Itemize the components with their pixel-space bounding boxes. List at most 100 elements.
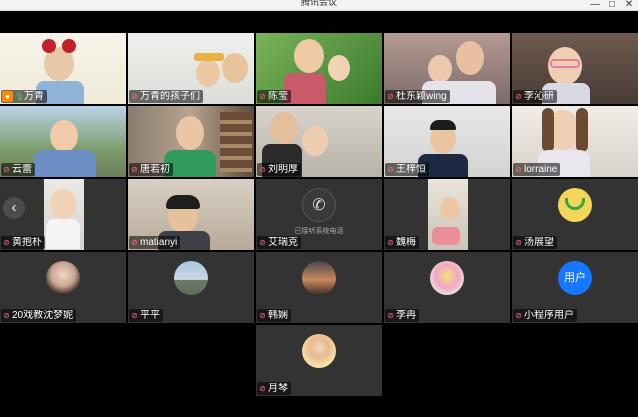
mic-muted-icon: ⊘ xyxy=(387,237,394,247)
participant-label: ⊘ 魏梅 xyxy=(385,236,419,249)
screen-icon: ▮▮ xyxy=(241,92,251,102)
participant-tile[interactable]: ⊘ 月琴 xyxy=(256,325,382,396)
avatar xyxy=(46,260,80,295)
participant-tile[interactable]: ⊘ lorraine xyxy=(512,106,638,177)
participant-tile[interactable]: ⊘ 杜东颖wing xyxy=(384,33,510,104)
participant-name: 王梓恒 xyxy=(396,163,426,175)
participant-name: 月琴 xyxy=(268,382,288,394)
maximize-icon[interactable]: □ xyxy=(605,0,619,10)
participant-tile[interactable]: ⊘ 陈莹 xyxy=(256,33,382,104)
mic-muted-icon: ⊘ xyxy=(515,91,522,101)
participant-name: 刘明厚 xyxy=(268,163,298,175)
avatar xyxy=(558,187,592,222)
participant-name: 云蕾 xyxy=(12,163,32,175)
participant-label: ⊘ 平平 xyxy=(129,309,163,322)
participant-grid: ● 🎙 万青 ⊘ 万青的孩子们 ▮▮ ⊘ 陈莹 ⊘ 杜东颖wing ⊘ 李沁研 … xyxy=(0,33,638,396)
participant-label: ⊘ 云蕾 xyxy=(1,163,35,176)
participant-label: ⊘ 陈莹 xyxy=(257,90,291,103)
avatar xyxy=(174,260,208,295)
participant-label: ⊘ 杜东颖wing xyxy=(385,90,450,103)
participant-label: ⊘ 万青的孩子们 xyxy=(129,90,203,103)
mic-icon: 🎙 xyxy=(14,91,25,101)
mic-muted-icon: ⊘ xyxy=(259,310,266,320)
mic-muted-icon: ⊘ xyxy=(131,91,138,101)
mic-muted-icon: ⊘ xyxy=(387,91,394,101)
participant-tile[interactable]: ⊘ 汤展望 xyxy=(512,179,638,250)
participant-label: ⊘ 王梓恒 xyxy=(385,163,429,176)
mic-muted-icon: ⊘ xyxy=(131,310,138,320)
participant-label: ⊘ 韩娴 xyxy=(257,309,291,322)
participant-name: 李沁研 xyxy=(524,90,554,102)
participant-tile[interactable]: ⊘ 魏梅 xyxy=(384,179,510,250)
participant-name: 20戏教沈梦妮 xyxy=(12,309,74,321)
mic-muted-icon: ⊘ xyxy=(3,237,10,247)
participant-tile[interactable]: ⊘ 王梓恒 xyxy=(384,106,510,177)
mic-muted-icon: ⊘ xyxy=(3,164,10,174)
participant-label: ● 🎙 万青 xyxy=(1,90,47,103)
close-icon[interactable]: ✕ xyxy=(622,0,636,10)
participant-name: 万青的孩子们 xyxy=(140,90,200,102)
participant-tile[interactable]: ✆ 已接听系统电话 ⊘ 艾瑞克 xyxy=(256,179,382,250)
mic-muted-icon: ⊘ xyxy=(387,310,394,320)
user-avatar: 用户 xyxy=(558,260,592,295)
mic-muted-icon: ⊘ xyxy=(387,164,394,174)
participant-label: ⊘ 刘明厚 xyxy=(257,163,301,176)
participant-label: ⊘ 唐若初 xyxy=(129,163,173,176)
participant-name: 韩娴 xyxy=(268,309,288,321)
mic-muted-icon: ⊘ xyxy=(515,237,522,247)
mic-muted-icon: ⊘ xyxy=(131,237,138,247)
participant-name: 万青 xyxy=(24,90,44,102)
participant-tile[interactable]: ⊘ 唐若初 xyxy=(128,106,254,177)
participant-label: ⊘ 小程序用户 xyxy=(513,309,577,322)
mic-muted-icon: ⊘ xyxy=(131,164,138,174)
participant-tile[interactable]: ⊘ 李冉 xyxy=(384,252,510,323)
participant-label: ⊘ 汤展望 xyxy=(513,236,557,249)
participant-name: 魏梅 xyxy=(396,236,416,248)
participant-tile[interactable]: ⊘ 万青的孩子们 ▮▮ xyxy=(128,33,254,104)
participant-tile[interactable]: ⊘ 刘明厚 xyxy=(256,106,382,177)
participant-label: ⊘ 20戏教沈梦妮 xyxy=(1,309,77,322)
participant-tile[interactable]: 用户 ⊘ 小程序用户 xyxy=(512,252,638,323)
mic-muted-icon: ⊘ xyxy=(515,310,522,320)
participant-name: 杜东颖wing xyxy=(396,90,447,102)
mic-muted-icon: ⊘ xyxy=(259,237,266,247)
participant-name: 黄抱朴 xyxy=(12,236,42,248)
participant-name: 小程序用户 xyxy=(524,309,574,321)
avatar xyxy=(302,260,336,295)
avatar xyxy=(430,260,464,295)
minimize-icon[interactable]: — xyxy=(588,0,602,10)
participant-name: 艾瑞克 xyxy=(268,236,298,248)
participant-label: ⊘ lorraine xyxy=(513,163,561,176)
participant-tile[interactable]: ⊘ 平平 xyxy=(128,252,254,323)
host-icon: ● xyxy=(2,91,13,102)
participant-label: ⊘ 李沁研 xyxy=(513,90,557,103)
participant-name: 唐若初 xyxy=(140,163,170,175)
participant-tile[interactable]: ⊘ 云蕾 xyxy=(0,106,126,177)
participant-label: ⊘ 黄抱朴 xyxy=(1,236,45,249)
video-feed xyxy=(428,179,468,250)
participant-tile[interactable]: ⊘ 20戏教沈梦妮 xyxy=(0,252,126,323)
participant-name: 汤展望 xyxy=(524,236,554,248)
previous-page-button[interactable]: ‹ xyxy=(3,197,25,219)
participant-tile[interactable]: ● 🎙 万青 xyxy=(0,33,126,104)
avatar xyxy=(302,333,336,368)
mic-muted-icon: ⊘ xyxy=(259,383,266,393)
participant-name: 平平 xyxy=(140,309,160,321)
window-titlebar: 腾讯会议 — □ ✕ xyxy=(0,0,638,11)
participant-label: ⊘ 艾瑞克 xyxy=(257,236,301,249)
participant-label: ⊘ 月琴 xyxy=(257,382,291,395)
participant-label: ⊘ 李冉 xyxy=(385,309,419,322)
participant-tile[interactable]: ⊘ 韩娴 xyxy=(256,252,382,323)
mic-muted-icon: ⊘ xyxy=(3,310,10,320)
participant-name: matianyi xyxy=(140,236,178,248)
phone-status: 已接听系统电话 xyxy=(294,228,344,235)
mic-muted-icon: ⊘ xyxy=(259,164,266,174)
window-title: 腾讯会议 xyxy=(300,0,337,7)
participant-name: lorraine xyxy=(524,163,558,175)
participant-tile[interactable]: ⊘ 李沁研 xyxy=(512,33,638,104)
participant-name: 李冉 xyxy=(396,309,416,321)
mic-muted-icon: ⊘ xyxy=(259,91,266,101)
participant-label: ⊘ matianyi xyxy=(129,236,181,249)
participant-tile[interactable]: ⊘ matianyi xyxy=(128,179,254,250)
participant-name: 陈莹 xyxy=(268,90,288,102)
